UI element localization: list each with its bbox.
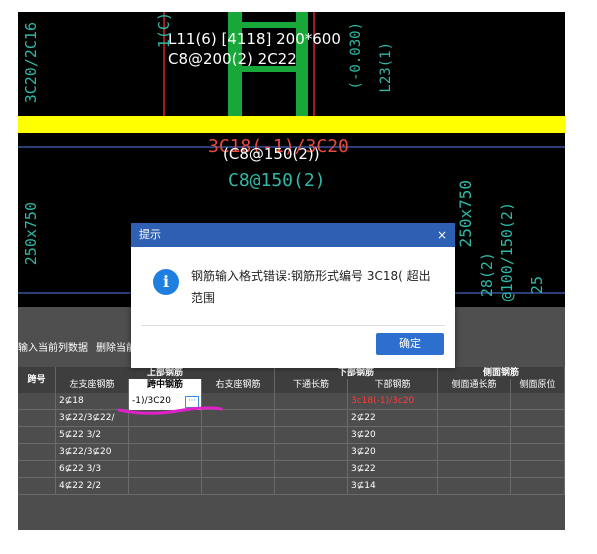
cell-right-support[interactable] xyxy=(202,427,275,444)
right-vertical-label: 250x750 xyxy=(456,180,475,248)
cell-side-local[interactable] xyxy=(511,427,565,444)
cell-side-through[interactable] xyxy=(438,427,511,444)
cell-side-through[interactable] xyxy=(438,461,511,478)
elevation-vertical-label: (-0.030) xyxy=(348,22,364,90)
cell-side-through[interactable] xyxy=(438,444,511,461)
info-icon: i xyxy=(153,269,179,295)
cell-bottom-rebar[interactable]: 3⊈20 xyxy=(348,444,438,461)
dialog-title: 提示 xyxy=(139,228,161,241)
cell-bottom-through[interactable] xyxy=(275,444,348,461)
left-vertical-label: 250x750 xyxy=(22,202,40,266)
table-row[interactable]: 6⊈22 3/3 3⊈22 xyxy=(18,461,565,478)
left-vertical-label: 3C20/2C16 xyxy=(22,22,40,104)
cell-bottom-through[interactable] xyxy=(275,393,348,410)
dialog-divider xyxy=(141,325,445,326)
cell-side-through[interactable] xyxy=(438,410,511,427)
dialog-title-bar[interactable]: 提示 × xyxy=(131,223,455,247)
cell-left-support[interactable]: 6⊈22 3/3 xyxy=(56,461,129,478)
cell-right-support[interactable] xyxy=(202,461,275,478)
beam-vertical-label: L23(1) xyxy=(378,42,394,93)
cell-span-no[interactable] xyxy=(18,478,56,495)
cell-bottom-rebar[interactable]: 2⊈22 xyxy=(348,410,438,427)
cell-side-local[interactable] xyxy=(511,461,565,478)
cell-left-support[interactable]: 3⊈22/3⊈20 xyxy=(56,444,129,461)
cell-bottom-through[interactable] xyxy=(275,478,348,495)
cell-mid-span[interactable] xyxy=(129,427,202,444)
cell-side-local[interactable] xyxy=(511,393,565,410)
header-bottom-rebar: 下部钢筋 xyxy=(275,367,438,379)
table-row[interactable]: 3⊈22/3⊈20 3⊈20 xyxy=(18,444,565,461)
column-vertical-label: 1(C) xyxy=(155,12,173,49)
cell-span-no[interactable] xyxy=(18,461,56,478)
cell-span-no[interactable] xyxy=(18,444,56,461)
cell-side-local[interactable] xyxy=(511,410,565,427)
delete-current-button[interactable]: 删除当前 xyxy=(96,339,136,354)
subheader-mid-span: 跨中钢筋 xyxy=(129,379,202,393)
cell-left-support[interactable]: 4⊈22 2/2 xyxy=(56,478,129,495)
cell-mid-span[interactable] xyxy=(129,444,202,461)
cell-mid-span[interactable] xyxy=(129,461,202,478)
right-vertical-label: 28(2) xyxy=(478,252,496,298)
stirrup-annotation: (C8@150(2)) xyxy=(223,145,320,163)
cell-span-no[interactable] xyxy=(18,410,56,427)
pink-highlight-stroke xyxy=(117,406,223,415)
cell-bottom-through[interactable] xyxy=(275,410,348,427)
header-span-no: 跨号 xyxy=(18,367,56,393)
beam-label-line1: L11(6) [4118] 200*600 xyxy=(168,30,341,48)
cell-side-local[interactable] xyxy=(511,444,565,461)
table-row[interactable]: 2⊈18 -1)/3C20 ··· 3c18(-1)/3c20 xyxy=(18,393,565,410)
cell-span-no[interactable] xyxy=(18,393,56,410)
cell-bottom-rebar[interactable]: 3⊈14 xyxy=(348,478,438,495)
cell-bottom-rebar[interactable]: 3⊈20 xyxy=(348,427,438,444)
yellow-beam xyxy=(18,116,565,133)
right-vertical-label: 25 xyxy=(528,276,546,295)
subheader-left-support: 左支座钢筋 xyxy=(56,379,129,393)
cell-right-support[interactable] xyxy=(202,444,275,461)
beam-label-line2: C8@200(2) 2C22 xyxy=(168,50,297,68)
cell-bottom-rebar[interactable]: 3c18(-1)/3c20 xyxy=(348,393,438,410)
cell-bottom-through[interactable] xyxy=(275,461,348,478)
subheader-right-support: 右支座钢筋 xyxy=(202,379,275,393)
red-grid-line xyxy=(313,12,315,116)
cell-side-through[interactable] xyxy=(438,478,511,495)
error-dialog: 提示 × i 钢筋输入格式错误:钢筋形式编号 3C18( 超出范围 确定 xyxy=(131,223,455,368)
table-row[interactable]: 3⊈22/3⊈22/ 2⊈22 xyxy=(18,410,565,427)
cell-side-through[interactable] xyxy=(438,393,511,410)
column-fill-top xyxy=(242,22,296,28)
header-side-rebar: 侧面钢筋 xyxy=(438,367,565,379)
cell-bottom-through[interactable] xyxy=(275,427,348,444)
subheader-bottom-through: 下通长筋 xyxy=(275,379,348,393)
cell-span-no[interactable] xyxy=(18,427,56,444)
input-current-column-button[interactable]: 输入当前列数据 xyxy=(18,339,88,354)
right-vertical-label: @100/150(2) xyxy=(498,202,516,302)
ok-button[interactable]: 确定 xyxy=(376,333,444,355)
header-top-rebar: 上部钢筋 xyxy=(56,367,275,379)
dialog-message: 钢筋输入格式错误:钢筋形式编号 3C18( 超出范围 xyxy=(191,269,431,305)
cell-side-local[interactable] xyxy=(511,478,565,495)
cell-left-support[interactable]: 5⊈22 3/2 xyxy=(56,427,129,444)
cyan-annotation: C8@150(2) xyxy=(228,170,326,191)
subheader-side-local: 侧面原位 xyxy=(511,379,565,393)
close-icon[interactable]: × xyxy=(437,223,447,247)
subheader-side-through: 侧面通长筋 xyxy=(438,379,511,393)
table-row[interactable]: 5⊈22 3/2 3⊈20 xyxy=(18,427,565,444)
cell-mid-span[interactable] xyxy=(129,478,202,495)
column-fill-right xyxy=(296,12,308,116)
table-row[interactable]: 4⊈22 2/2 3⊈14 xyxy=(18,478,565,495)
cell-right-support[interactable] xyxy=(202,478,275,495)
cell-bottom-rebar[interactable]: 3⊈22 xyxy=(348,461,438,478)
subheader-bottom-rebar: 下部钢筋 xyxy=(348,379,438,393)
